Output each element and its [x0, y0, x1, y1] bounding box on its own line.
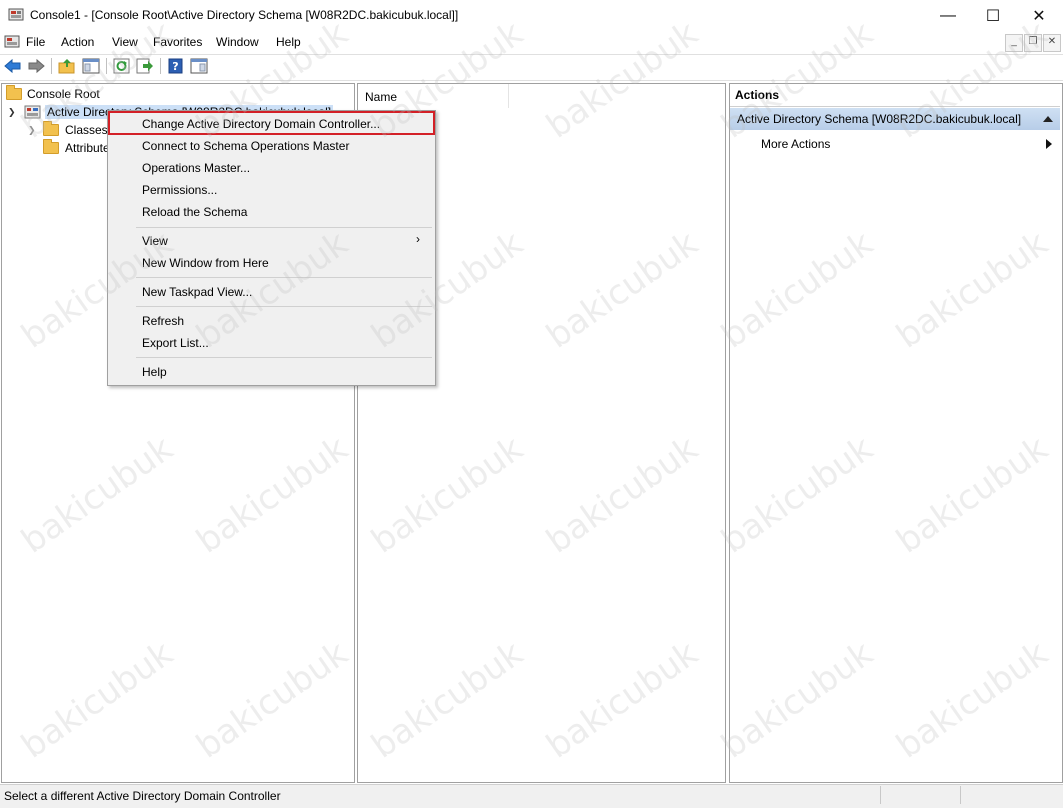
menu-separator	[136, 306, 432, 307]
actions-header: Actions	[730, 84, 1060, 107]
mdi-minimize-button[interactable]: _	[1005, 34, 1023, 52]
status-divider	[960, 786, 961, 804]
menu-separator	[136, 357, 432, 358]
menu-item-operations-master[interactable]: Operations Master...	[142, 161, 250, 175]
actions-pane	[729, 83, 1063, 783]
maximize-button[interactable]: ☐	[970, 0, 1016, 31]
menu-file[interactable]: File	[26, 35, 45, 49]
actions-group-header[interactable]: Active Directory Schema [W08R2DC.bakicub…	[730, 108, 1060, 130]
menu-item-permissions[interactable]: Permissions...	[142, 183, 217, 197]
menu-separator	[136, 227, 432, 228]
toolbar-separator	[51, 58, 52, 74]
menu-favorites[interactable]: Favorites	[153, 35, 202, 49]
column-header-name[interactable]: Name	[358, 84, 509, 108]
actions-header-label: Actions	[735, 88, 780, 102]
tree-item-attributes[interactable]: Attributes	[43, 139, 116, 157]
up-folder-icon[interactable]	[58, 57, 76, 75]
show-hide-action-pane-icon[interactable]	[190, 57, 208, 75]
help-icon[interactable]: ?	[167, 57, 185, 75]
menu-separator	[136, 277, 432, 278]
chevron-right-icon[interactable]: ❯	[28, 125, 40, 136]
actions-group-label: Active Directory Schema [W08R2DC.bakicub…	[737, 112, 1022, 126]
mdi-restore-button[interactable]: ❐	[1024, 34, 1042, 52]
minimize-button[interactable]: —	[925, 0, 971, 31]
highlight-box	[108, 111, 435, 135]
tree-item-classes[interactable]: ❯ Classes	[28, 121, 108, 139]
collapse-up-icon[interactable]	[1043, 116, 1053, 122]
context-menu: Change Active Directory Domain Controlle…	[107, 110, 436, 386]
console-window-icon[interactable]	[4, 34, 20, 50]
mmc-app-icon	[8, 8, 24, 21]
menu-item-reload-schema[interactable]: Reload the Schema	[142, 205, 247, 219]
show-hide-tree-icon[interactable]	[82, 57, 100, 75]
schema-icon	[24, 105, 41, 119]
menu-window[interactable]: Window	[216, 35, 259, 49]
submenu-arrow-icon	[1046, 139, 1052, 149]
menu-item-view[interactable]: View	[142, 234, 168, 248]
back-icon[interactable]	[4, 57, 22, 75]
svg-text:?: ?	[172, 60, 178, 73]
menu-item-new-window[interactable]: New Window from Here	[142, 256, 269, 270]
toolbar-separator	[106, 58, 107, 74]
menu-item-refresh[interactable]: Refresh	[142, 314, 184, 328]
window-title: Console1 - [Console Root\Active Director…	[30, 8, 459, 22]
chevron-down-icon[interactable]: ❯	[8, 107, 20, 118]
menu-action[interactable]: Action	[61, 35, 94, 49]
tree-label: Console Root	[27, 87, 100, 101]
menu-item-connect-schema-master[interactable]: Connect to Schema Operations Master	[142, 139, 349, 153]
folder-icon	[43, 139, 59, 154]
menu-item-export-list[interactable]: Export List...	[142, 336, 209, 350]
tree-label: Classes	[65, 123, 108, 137]
toolbar-separator	[160, 58, 161, 74]
export-list-icon[interactable]	[136, 57, 154, 75]
status-divider	[880, 786, 881, 804]
refresh-icon[interactable]	[113, 57, 131, 75]
menu-view[interactable]: View	[112, 35, 138, 49]
tree-item-console-root[interactable]: Console Root	[6, 85, 100, 103]
folder-icon	[6, 85, 22, 100]
close-button[interactable]: ✕	[1016, 0, 1062, 31]
menu-help[interactable]: Help	[276, 35, 301, 49]
mdi-close-button[interactable]: ✕	[1043, 34, 1061, 52]
forward-icon[interactable]	[27, 57, 45, 75]
status-text: Select a different Active Directory Doma…	[4, 789, 281, 803]
column-header-label: Name	[365, 90, 398, 104]
submenu-arrow-icon: ›	[416, 232, 420, 246]
menu-item-help[interactable]: Help	[142, 365, 167, 379]
folder-icon	[43, 121, 59, 136]
menu-item-new-taskpad-view[interactable]: New Taskpad View...	[142, 285, 252, 299]
more-actions-item[interactable]: More Actions	[761, 137, 830, 151]
